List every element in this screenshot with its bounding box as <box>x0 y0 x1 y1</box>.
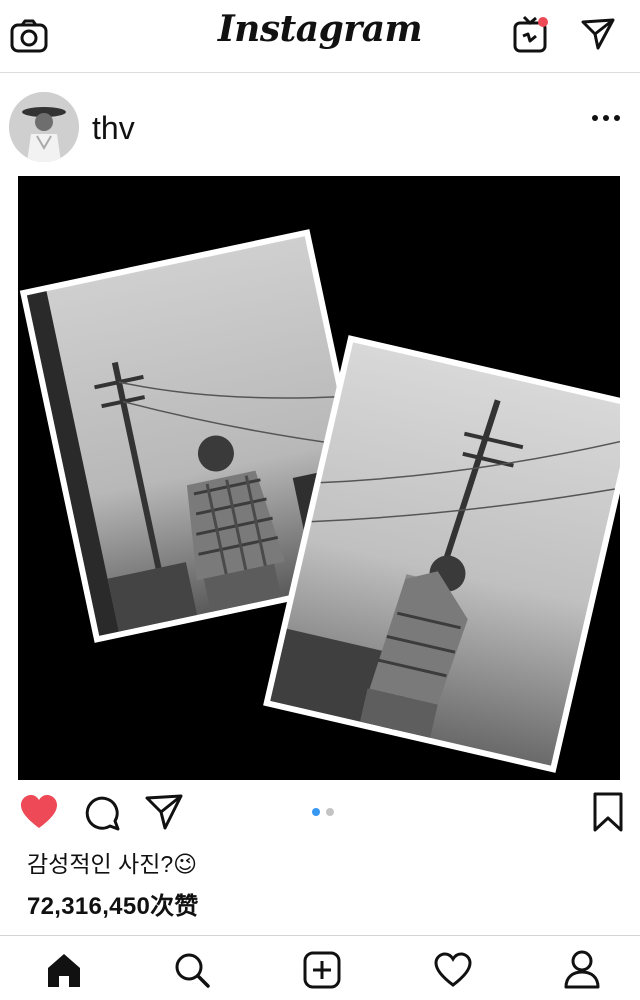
direct-message-icon[interactable] <box>580 16 616 52</box>
like-heart-icon[interactable] <box>18 792 60 832</box>
post-actions <box>0 788 640 838</box>
post-caption: 감성적인 사진?😉 <box>27 851 198 877</box>
post-header: thv <box>0 88 640 168</box>
bookmark-icon[interactable] <box>590 790 626 834</box>
igtv-icon[interactable] <box>512 14 552 54</box>
like-count[interactable]: 72,316,450次赞 <box>27 886 199 921</box>
post-image[interactable] <box>18 176 620 780</box>
avatar[interactable] <box>9 92 79 162</box>
notification-dot <box>538 17 548 27</box>
carousel-dot <box>326 808 334 816</box>
home-icon[interactable] <box>44 950 84 990</box>
profile-icon[interactable] <box>562 948 602 990</box>
more-options-icon[interactable] <box>588 108 624 128</box>
share-icon[interactable] <box>144 792 184 832</box>
top-bar: Instagram <box>0 0 640 73</box>
new-post-icon[interactable] <box>302 950 342 990</box>
search-icon[interactable] <box>172 950 212 990</box>
activity-icon[interactable] <box>432 950 474 990</box>
comment-icon[interactable] <box>82 792 122 832</box>
bottom-nav <box>0 935 640 1000</box>
username[interactable]: thv <box>92 110 135 147</box>
carousel-dot-active <box>312 808 320 816</box>
